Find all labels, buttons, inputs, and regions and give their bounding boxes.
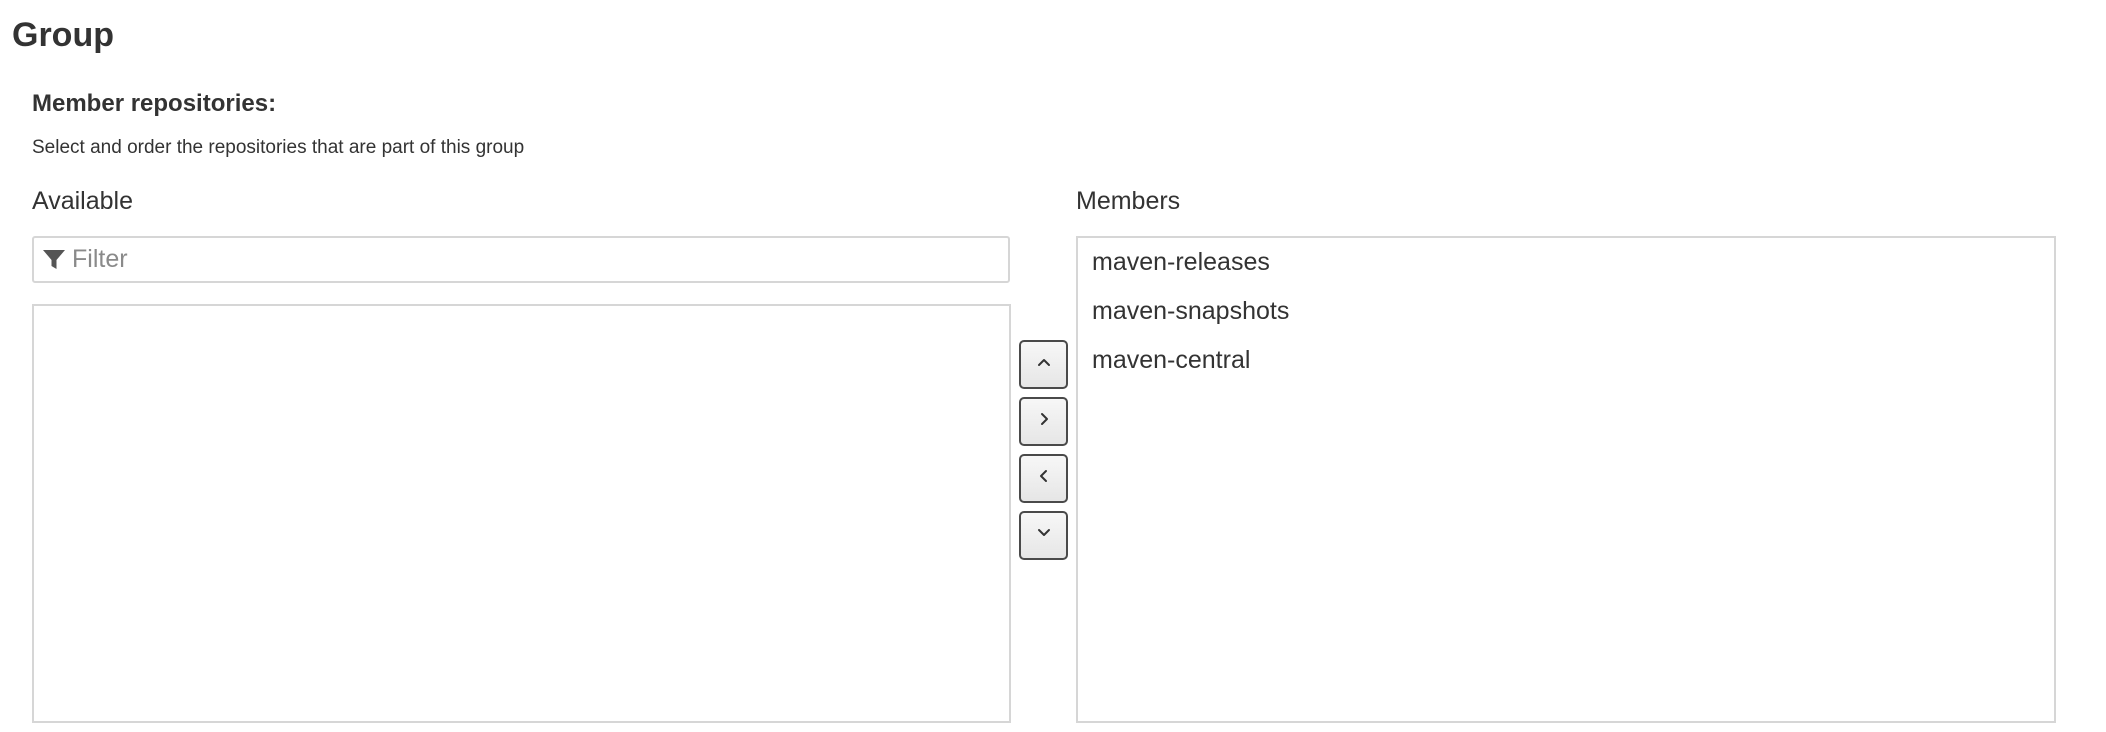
available-label: Available <box>32 187 134 215</box>
member-item[interactable]: maven-central <box>1078 336 2054 385</box>
filter-input[interactable] <box>72 240 992 278</box>
member-item[interactable]: maven-snapshots <box>1078 287 2054 336</box>
section-title: Member repositories: <box>32 90 277 117</box>
chevron-left-icon <box>1035 467 1053 490</box>
chevron-down-icon <box>1035 524 1053 547</box>
member-item[interactable]: maven-releases <box>1078 238 2054 287</box>
filter-icon <box>42 249 66 271</box>
chevron-right-icon <box>1035 410 1053 433</box>
available-list[interactable] <box>32 304 1011 723</box>
members-list[interactable]: maven-releases maven-snapshots maven-cen… <box>1076 236 2056 723</box>
add-to-members-button[interactable] <box>1019 397 1068 446</box>
members-label: Members <box>1076 187 1181 215</box>
filter-field[interactable] <box>32 236 1010 283</box>
chevron-up-icon <box>1035 353 1053 376</box>
remove-from-members-button[interactable] <box>1019 454 1068 503</box>
move-up-button[interactable] <box>1019 340 1068 389</box>
section-description: Select and order the repositories that a… <box>32 137 525 158</box>
page-title: Group <box>12 16 114 54</box>
move-down-button[interactable] <box>1019 511 1068 560</box>
